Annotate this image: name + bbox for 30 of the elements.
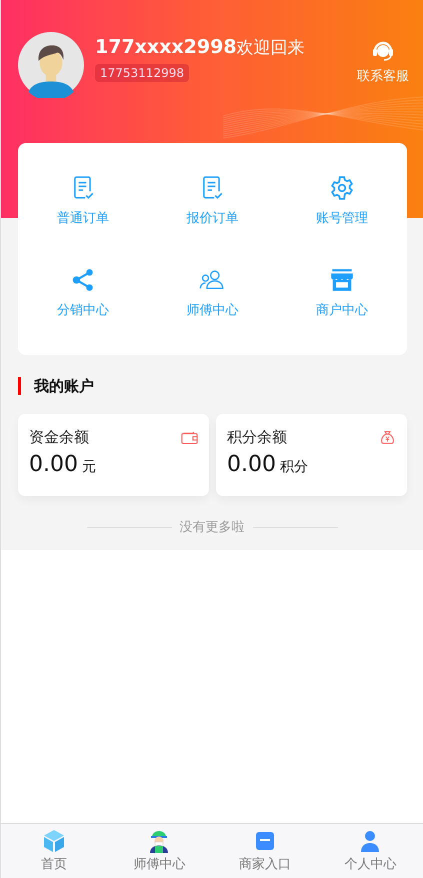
- money-bag-icon: [379, 430, 396, 445]
- customer-service-button[interactable]: 联系客服: [357, 38, 409, 85]
- tab[interactable]: 商家入口: [212, 824, 318, 878]
- settings-icon: [329, 175, 356, 201]
- section-marker: [18, 377, 21, 395]
- cube-icon: [42, 829, 66, 853]
- balance-unit: 积分: [280, 459, 308, 475]
- menu-item[interactable]: 普通订单: [18, 161, 148, 253]
- avatar-icon: [18, 32, 84, 98]
- menu-item[interactable]: 分销中心: [18, 253, 148, 345]
- balance-amount: 0.00: [29, 452, 78, 477]
- tab[interactable]: 个人中心: [318, 824, 423, 878]
- balance-unit: 元: [82, 459, 96, 475]
- menu-item[interactable]: 报价订单: [148, 161, 278, 253]
- tab[interactable]: 首页: [1, 824, 106, 878]
- end-of-list-text: 没有更多啦: [180, 519, 244, 536]
- section-title: 我的账户: [34, 376, 94, 396]
- menu-item[interactable]: 账号管理: [277, 161, 407, 253]
- balance-label: 积分余额: [227, 428, 287, 447]
- balance-amount: 0.00: [227, 452, 276, 477]
- phone-badge: 17753112998: [95, 64, 189, 82]
- balance-label: 资金余额: [29, 428, 89, 447]
- tab[interactable]: 师傅中心: [106, 824, 212, 878]
- menu-item[interactable]: 商户中心: [277, 253, 407, 345]
- welcome-title: 177xxxx2998欢迎回来: [95, 36, 306, 59]
- balance-card[interactable]: 资金余额 0.00 元: [18, 414, 209, 496]
- balance-card[interactable]: 积分余额 0.00 积分: [216, 414, 407, 496]
- wallet-icon: [181, 430, 198, 445]
- menu-item[interactable]: 师傅中心: [148, 253, 278, 345]
- store-icon: [329, 267, 356, 293]
